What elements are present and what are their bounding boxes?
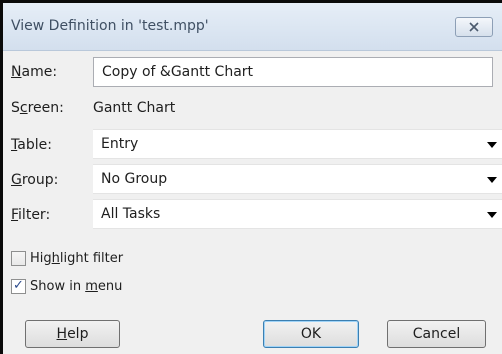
dialog-title: View Definition in 'test.mpp' [11,18,209,34]
help-button[interactable]: Help [25,320,120,348]
highlight-filter-label: Highlight filter [30,250,124,266]
dialog-body: Name: Copy of &Gantt Chart Screen: Gantt… [3,51,502,354]
dropdown-arrow-icon[interactable] [487,142,497,148]
title-bar[interactable]: View Definition in 'test.mpp' [3,3,502,51]
table-select-value: Entry [101,136,139,152]
highlight-filter-checkbox[interactable] [11,250,26,266]
ok-button[interactable]: OK [263,320,359,348]
show-in-menu-label: Show in menu [30,278,123,294]
name-input[interactable]: Copy of &Gantt Chart [93,57,493,87]
show-in-menu-option[interactable]: ✓ Show in menu [11,277,122,295]
cancel-button[interactable]: Cancel [387,320,486,348]
group-label: Group: [11,172,59,188]
close-button[interactable] [455,17,493,37]
screen-label: Screen: [11,100,64,116]
highlight-filter-option[interactable]: Highlight filter [11,249,123,267]
close-icon [469,22,479,32]
dropdown-arrow-icon[interactable] [487,177,497,183]
screen-value: Gantt Chart [93,100,176,116]
dropdown-arrow-icon[interactable] [487,212,497,218]
group-select[interactable]: No Group [93,164,502,194]
table-select[interactable]: Entry [93,129,502,159]
name-label: Name: [11,64,58,80]
show-in-menu-checkbox[interactable]: ✓ [11,277,26,294]
checkmark-icon: ✓ [13,277,24,293]
group-select-value: No Group [101,171,168,187]
filter-label: Filter: [11,207,51,223]
view-definition-dialog: View Definition in 'test.mpp' Name: Copy… [0,0,502,354]
filter-select[interactable]: All Tasks [93,199,502,229]
filter-select-value: All Tasks [101,206,161,222]
table-label: Table: [11,137,52,153]
